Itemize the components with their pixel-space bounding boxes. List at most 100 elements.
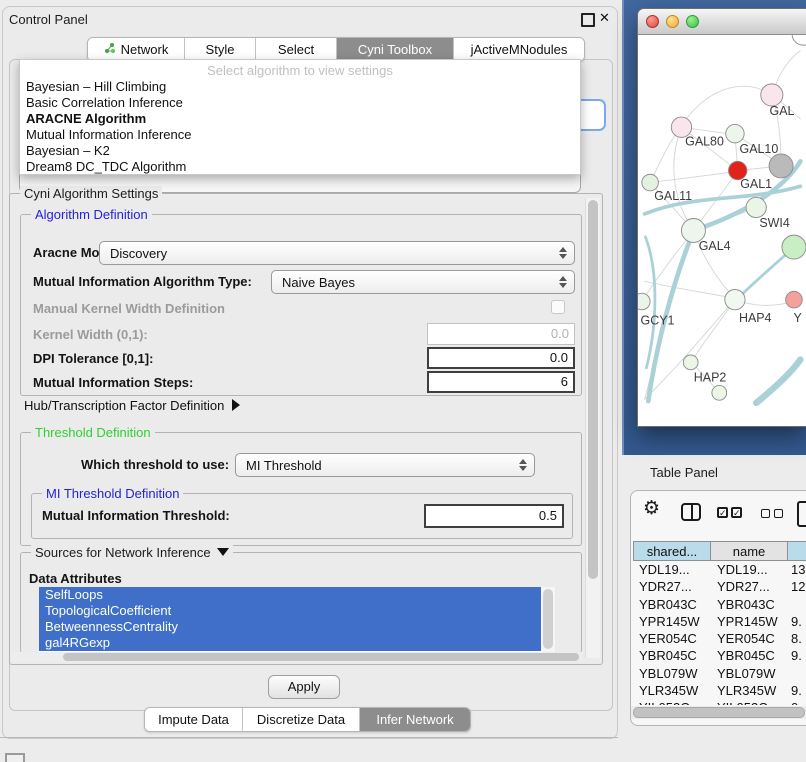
cyni-algorithm-settings-group: Cyni Algorithm Settings Algorithm Defini… [9, 193, 603, 665]
tab-network[interactable]: Network [88, 38, 185, 61]
menu-item[interactable]: Bayesian – Hill Climbing [20, 79, 580, 95]
table-cell: YIL052C [717, 699, 768, 705]
panel-bottom-divider [0, 737, 618, 738]
mi-threshold-input[interactable]: 0.5 [424, 504, 564, 528]
manual-kernel-checkbox[interactable] [551, 300, 565, 314]
network-node-y[interactable] [786, 291, 803, 308]
table-cell: YLR345W [639, 682, 698, 699]
which-threshold-combo[interactable]: MI Threshold [235, 453, 535, 477]
window-close-button[interactable] [646, 15, 659, 28]
tab-cyni-toolbox[interactable]: Cyni Toolbox [337, 38, 454, 61]
network-node-gal10[interactable] [726, 124, 744, 142]
tab-discretize-data[interactable]: Discretize Data [243, 708, 360, 731]
attribute-item[interactable]: TopologicalCoefficient [39, 603, 541, 619]
tab-impute-data[interactable]: Impute Data [145, 708, 243, 731]
tab-label: Infer Network [376, 712, 453, 727]
settings-horizontal-scrollbar[interactable] [11, 652, 583, 662]
table-row[interactable]: YIL052CYIL052C0 [633, 699, 806, 705]
network-node-swi4[interactable] [746, 197, 766, 217]
table-row[interactable]: YPR145WYPR145W9. [633, 613, 806, 630]
kernel-width-input[interactable]: 0.0 [427, 323, 575, 345]
network-edge[interactable] [693, 300, 735, 361]
node-label: GAL4 [699, 239, 731, 253]
tab-jactivemnodules[interactable]: jActiveMNodules [454, 38, 584, 61]
hub-definition-label: Hub/Transcription Factor Definition [24, 398, 224, 413]
node-label: GAL [770, 104, 795, 118]
attributes-scrollbar[interactable] [541, 587, 555, 653]
attribute-item[interactable]: SelfLoops [39, 587, 541, 603]
network-node-hap4[interactable] [725, 290, 745, 310]
mi-steps-input[interactable]: 6 [427, 371, 575, 393]
network-node[interactable] [782, 235, 806, 259]
tab-infer-network[interactable]: Infer Network [360, 708, 470, 731]
network-node-gal[interactable] [761, 84, 783, 106]
table-row[interactable]: YBR043CYBR043C [633, 596, 806, 613]
algorithm-definition-title: Algorithm Definition [31, 207, 152, 222]
collapsed-panel-tab[interactable] [5, 753, 25, 762]
control-panel: Control Panel ✕ NetworkStyleSelectCyni T… [2, 6, 618, 739]
dropdown-hint: Select algorithm to view settings [20, 63, 580, 78]
algorithm-dropdown-menu: Select algorithm to view settings Bayesi… [19, 59, 581, 175]
menu-item[interactable]: Bayesian – K2 [20, 143, 580, 159]
menu-item[interactable]: ARACNE Algorithm [20, 111, 580, 127]
network-edge[interactable] [645, 281, 733, 298]
table-cell: YBR043C [639, 596, 697, 613]
network-window-titlebar[interactable] [638, 9, 806, 35]
table-cell: 9. [791, 613, 802, 630]
network-node[interactable] [769, 154, 793, 178]
menu-item[interactable]: Dream8 DC_TDC Algorithm [20, 159, 580, 175]
data-attributes-label: Data Attributes [29, 571, 122, 586]
close-panel-icon[interactable]: ✕ [599, 10, 610, 26]
aracne-mode-combo[interactable]: Discovery [99, 241, 575, 265]
table-row[interactable]: YDR27...YDR27...12 [633, 578, 806, 595]
table-cell: YBR045C [639, 647, 697, 664]
stepper-icon [559, 247, 567, 259]
network-edge[interactable] [680, 86, 773, 129]
table-panel: ⚙ ✓ ✓ shared...nameA YDL19...YDL19...13Y… [630, 490, 806, 726]
data-attributes-list: SelfLoopsTopologicalCoefficientBetweenne… [39, 587, 555, 653]
node-label: GAL10 [740, 142, 779, 156]
network-edge[interactable] [756, 360, 800, 403]
algorithm-definition-group: Algorithm Definition Aracne Mode: Discov… [20, 214, 582, 396]
threshold-definition-title: Threshold Definition [31, 425, 155, 440]
table-row[interactable]: YBR045CYBR045C9. [633, 647, 806, 664]
threshold-definition-group: Threshold Definition Which threshold to … [20, 432, 582, 546]
tab-select[interactable]: Select [256, 38, 337, 61]
mi-threshold-label: Mutual Information Threshold: [42, 508, 230, 523]
attribute-item[interactable]: gal4RGexp [39, 635, 541, 651]
sources-group-title: Sources for Network Inference [31, 545, 233, 560]
network-node-gcy1[interactable] [638, 293, 650, 310]
hub-definition-toggle[interactable]: Hub/Transcription Factor Definition [24, 398, 240, 413]
table-horizontal-scrollbar[interactable] [631, 706, 806, 719]
network-node[interactable] [712, 385, 727, 400]
table-cell: YER054C [717, 630, 775, 647]
mi-steps-label: Mutual Information Steps: [33, 375, 193, 390]
settings-vertical-scrollbar[interactable] [585, 198, 600, 658]
float-panel-icon[interactable] [581, 13, 595, 27]
table-row[interactable]: YER054CYER054C8. [633, 630, 806, 647]
attribute-item[interactable]: BetweennessCentrality [39, 619, 541, 635]
dpi-tolerance-input[interactable]: 0.0 [427, 347, 575, 369]
node-label: GAL11 [654, 189, 692, 203]
network-node[interactable] [792, 35, 806, 45]
table-row[interactable]: YDL19...YDL19...13 [633, 561, 806, 578]
menu-item[interactable]: Mutual Information Inference [20, 127, 580, 143]
network-edge[interactable] [650, 128, 680, 182]
tab-style[interactable]: Style [185, 38, 256, 61]
network-edge[interactable] [650, 171, 738, 182]
network-edge[interactable] [642, 233, 692, 301]
node-label: Y [794, 311, 803, 325]
table-cell: 12 [791, 578, 805, 595]
mi-threshold-group: MI Threshold Definition Mutual Informati… [31, 493, 573, 539]
apply-button[interactable]: Apply [268, 675, 340, 699]
network-tab-icon [104, 42, 116, 57]
mi-type-combo[interactable]: Naive Bayes [271, 270, 575, 294]
network-node-hap2[interactable] [683, 355, 698, 370]
network-canvas[interactable]: GALGAL80GAL10GAL1GAL11SWI4GAL4GCY1HAP4YH… [638, 35, 806, 426]
window-minimize-button[interactable] [666, 15, 679, 28]
table-row[interactable]: YBL079WYBL079W [633, 665, 806, 682]
table-row[interactable]: YLR345WYLR345W9. [633, 682, 806, 699]
menu-item[interactable]: Basic Correlation Inference [20, 95, 580, 111]
window-zoom-button[interactable] [686, 15, 699, 28]
collapse-arrow-icon [217, 548, 229, 556]
